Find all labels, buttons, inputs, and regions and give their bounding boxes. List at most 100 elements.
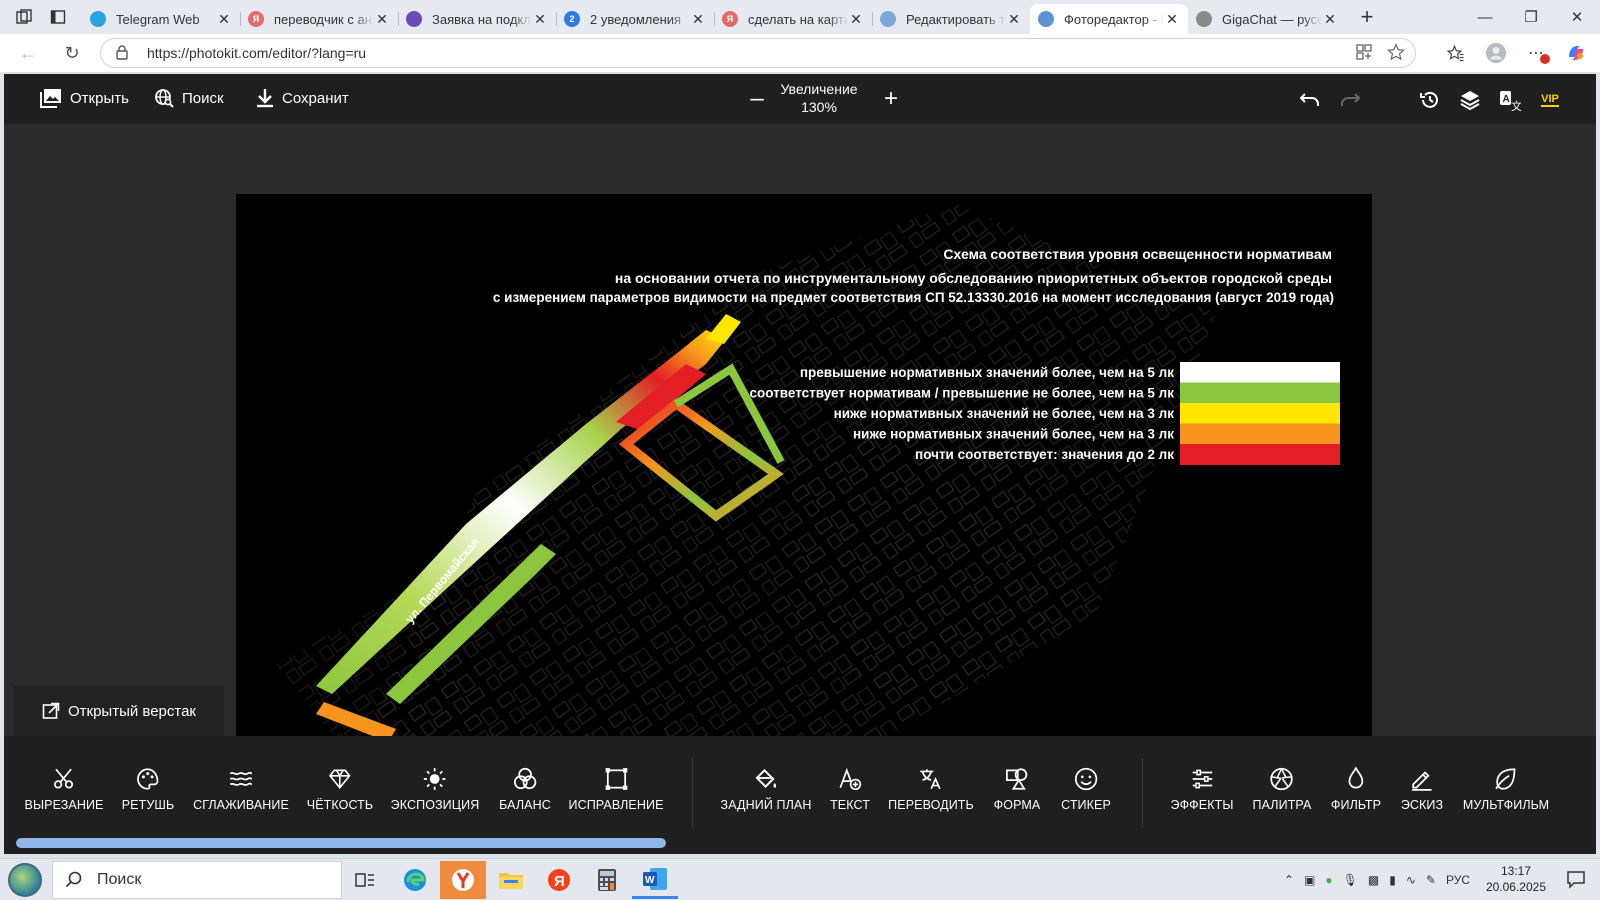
browser-tab[interactable]: Редактировать тек✕	[872, 4, 1030, 34]
tab-actions-icon[interactable]	[42, 3, 74, 31]
wifi-icon[interactable]: ∿	[1406, 873, 1416, 887]
language-indicator[interactable]: РУС	[1446, 873, 1470, 887]
svg-text:文: 文	[1511, 99, 1521, 111]
favorites-icon[interactable]	[1440, 38, 1472, 68]
workspaces-icon[interactable]	[8, 3, 40, 31]
undo-icon[interactable]	[1296, 86, 1324, 114]
save-button[interactable]: Сохранит	[256, 88, 349, 108]
browser-tab[interactable]: Ясделать на картин ✕	[714, 4, 872, 34]
search-button[interactable]: Поиск	[154, 88, 224, 108]
profile-avatar[interactable]	[1480, 38, 1512, 68]
tool-button-pencil[interactable]: ЭСКИЗ	[1401, 766, 1443, 812]
browser-tab[interactable]: Фоторедактор - Р ✕	[1030, 4, 1188, 34]
favorite-star-icon[interactable]	[1387, 42, 1405, 64]
tool-button-paint-bucket[interactable]: ЗАДНИЙ ПЛАН	[721, 766, 812, 812]
open-workspace-button[interactable]: Открытый верстак	[14, 686, 224, 736]
tool-button-leaf[interactable]: МУЛЬТФИЛЬМ	[1463, 766, 1549, 812]
tools-scrollbar[interactable]	[16, 838, 666, 848]
color-balance-icon	[513, 767, 537, 790]
browser-tab[interactable]: Заявка на подклю ✕	[398, 4, 556, 34]
tool-button-text-add[interactable]: ТЕКСТ	[830, 766, 870, 812]
address-bar[interactable]: https://photokit.com/editor/?lang=ru	[100, 38, 1416, 68]
tool-button-palette[interactable]: РЕТУШЬ	[122, 766, 175, 812]
browser-tab[interactable]: Telegram Web ✕	[82, 4, 240, 34]
photo-editor: Открыть Поиск Сохранит – Увеличение 130%…	[4, 74, 1596, 854]
tab-close-icon[interactable]: ✕	[216, 11, 232, 28]
editing-image[interactable]: ул. Первомайская Схема соответствия уров…	[236, 194, 1372, 768]
microphone-icon[interactable]: 🎙	[1343, 873, 1358, 887]
sun-icon	[424, 768, 446, 790]
tab-close-icon[interactable]: ✕	[690, 11, 706, 28]
translate-icon[interactable]: A文	[1496, 86, 1524, 114]
svg-text:A: A	[1503, 94, 1510, 105]
tray-chevron-icon[interactable]: ⌃	[1284, 873, 1294, 887]
redo-icon[interactable]	[1336, 86, 1364, 114]
scissors-icon	[54, 768, 74, 789]
new-tab-button[interactable]: +	[1352, 4, 1382, 30]
shapes-icon	[1006, 768, 1028, 790]
tool-button-sun[interactable]: ЭКСПОЗИЦИЯ	[391, 766, 480, 812]
copilot-icon[interactable]	[1560, 38, 1592, 68]
drop-icon	[1348, 766, 1364, 789]
tool-button-smiley[interactable]: СТИКЕР	[1061, 766, 1111, 812]
battery-icon[interactable]: ▮	[1389, 873, 1396, 887]
tool-button-scissors[interactable]: ВЫРЕЗАНИЕ	[25, 766, 104, 812]
display-icon[interactable]: ▩	[1368, 873, 1379, 887]
pen-icon[interactable]: ✎	[1426, 873, 1436, 887]
browser-tab[interactable]: 2 2 уведомления ✕	[556, 4, 714, 34]
tab-close-icon[interactable]: ✕	[1006, 11, 1022, 28]
tool-button-color-balance[interactable]: БАЛАНС	[499, 766, 551, 812]
close-window-icon[interactable]: ✕	[1554, 0, 1600, 34]
tab-close-icon[interactable]: ✕	[848, 11, 864, 28]
layers-icon[interactable]	[1456, 86, 1484, 114]
tool-button-sliders[interactable]: ЭФФЕКТЫ	[1170, 766, 1233, 812]
tab-close-icon[interactable]: ✕	[374, 11, 390, 28]
tab-close-icon[interactable]: ✕	[1322, 11, 1338, 28]
yandex-icon[interactable]: Я	[536, 861, 582, 899]
zoom-in-button[interactable]: +	[878, 85, 904, 112]
legend-label: ниже нормативных значений не более, чем …	[834, 406, 1175, 421]
history-icon[interactable]	[1416, 86, 1444, 114]
start-button[interactable]	[8, 863, 42, 897]
tab-favicon-icon	[1038, 11, 1054, 27]
system-tray: ⌃ ▣ ● 🎙 ▩ ▮ ∿ ✎ РУС	[1284, 859, 1470, 900]
tab-close-icon[interactable]: ✕	[532, 11, 548, 28]
tool-button-translate-text[interactable]: ПЕРЕВОДИТЬ	[888, 766, 974, 812]
tool-button-aperture[interactable]: ПАЛИТРА	[1253, 766, 1312, 812]
tab-close-icon[interactable]: ✕	[1164, 11, 1180, 28]
tool-button-diamond[interactable]: ЧЁТКОСТЬ	[307, 766, 373, 812]
open-button[interactable]: Открыть	[40, 88, 129, 108]
tool-label: СТИКЕР	[1061, 798, 1111, 812]
browser-tab[interactable]: GigaChat — русск ✕	[1188, 4, 1346, 34]
file-explorer-icon[interactable]	[488, 861, 534, 899]
browser-tab[interactable]: Япереводчик с англ ✕	[240, 4, 398, 34]
minimize-icon[interactable]: —	[1462, 0, 1508, 34]
app-install-icon[interactable]	[1355, 43, 1373, 64]
taskbar-search[interactable]: Поиск	[52, 861, 342, 899]
yandex-browser-icon[interactable]	[440, 861, 486, 899]
crop-frame-icon	[605, 768, 627, 790]
paint-bucket-icon	[755, 768, 777, 788]
tool-button-drop[interactable]: ФИЛЬТР	[1331, 766, 1381, 812]
notifications-icon[interactable]	[1566, 869, 1586, 892]
task-view-icon[interactable]	[342, 861, 388, 899]
tool-button-waves[interactable]: СГЛАЖИВАНИЕ	[193, 766, 289, 812]
more-options-icon[interactable]: ⋯	[1520, 38, 1552, 68]
reload-icon[interactable]: ↻	[54, 38, 90, 68]
sliders-icon	[1192, 769, 1212, 789]
tool-label: СГЛАЖИВАНИЕ	[193, 798, 289, 812]
word-icon[interactable]: W	[632, 861, 678, 899]
vip-button[interactable]: VIP	[1536, 86, 1564, 114]
tool-label: МУЛЬТФИЛЬМ	[1462, 798, 1550, 812]
meet-icon[interactable]: ▣	[1304, 873, 1315, 887]
system-clock[interactable]: 13:17 20.06.2025	[1486, 863, 1546, 895]
network-app-icon[interactable]: ●	[1325, 873, 1332, 887]
tab-title: Telegram Web	[116, 11, 200, 27]
tool-button-shapes[interactable]: ФОРМА	[994, 766, 1041, 812]
back-icon[interactable]: ←	[10, 38, 46, 68]
tool-button-crop-frame[interactable]: ИСПРАВЛЕНИЕ	[568, 766, 663, 812]
calculator-icon[interactable]	[584, 861, 630, 899]
edge-browser-icon[interactable]	[392, 861, 438, 899]
url-text: https://photokit.com/editor/?lang=ru	[147, 45, 367, 61]
maximize-icon[interactable]: ❐	[1508, 0, 1554, 34]
